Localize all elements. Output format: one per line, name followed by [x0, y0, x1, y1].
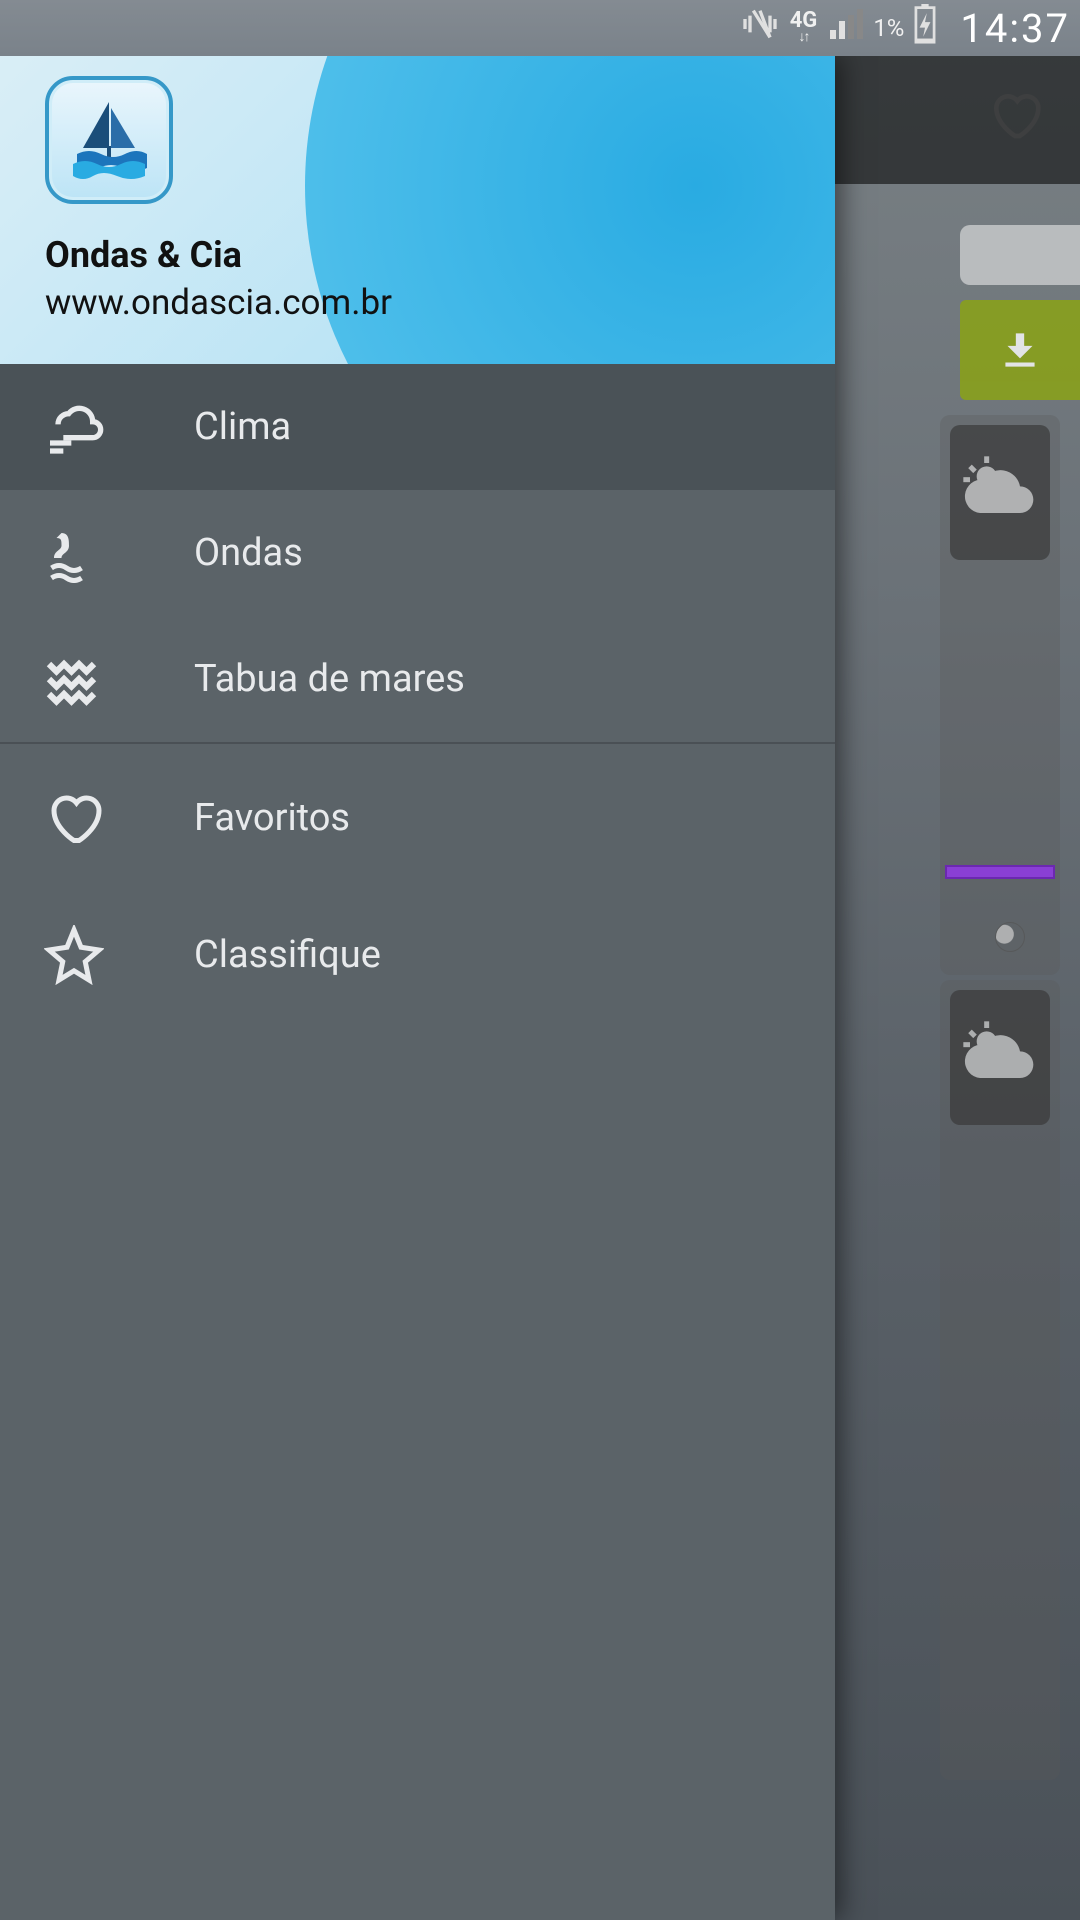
data-arrows-icon: ↓↑ — [799, 30, 809, 44]
app-logo-icon — [45, 76, 173, 204]
favorite-button[interactable] — [980, 80, 1050, 150]
battery-percent: 1% — [873, 14, 904, 42]
cloud-wind-icon — [40, 393, 108, 461]
moon-phase-icon — [995, 922, 1025, 952]
vibrate-icon — [740, 4, 780, 53]
star-icon — [40, 921, 108, 989]
menu-item-clima[interactable]: Clima — [0, 364, 835, 490]
network-type: 4G — [790, 12, 818, 30]
search-pill — [960, 225, 1080, 285]
menu-item-favoritos[interactable]: Favoritos — [0, 744, 835, 892]
status-clock: 14:37 — [960, 5, 1070, 52]
app-name: Ondas & Cia — [45, 234, 790, 276]
menu-item-classifique[interactable]: Classifique — [0, 892, 835, 1018]
weather-tile-1 — [950, 425, 1050, 560]
navigation-drawer: Ondas & Cia www.ondascia.com.br Clima On… — [0, 56, 835, 1920]
menu-item-tabua[interactable]: Tabua de mares — [0, 616, 835, 742]
menu-label: Clima — [194, 405, 291, 449]
status-bar: 4G ↓↑ 1% 14:37 — [0, 0, 1080, 56]
app-url: www.ondascia.com.br — [45, 282, 790, 323]
heart-icon — [40, 784, 108, 852]
forecast-bar — [945, 865, 1055, 879]
tide-icon — [40, 645, 108, 713]
drawer-header: Ondas & Cia www.ondascia.com.br — [0, 56, 835, 364]
signal-icon — [827, 6, 863, 51]
battery-charging-icon — [914, 4, 936, 53]
menu-label: Ondas — [194, 531, 303, 575]
wave-icon — [40, 519, 108, 587]
drawer-menu: Clima Ondas Tabua de mares Favoritos — [0, 364, 835, 1018]
menu-label: Favoritos — [194, 796, 350, 840]
download-button[interactable] — [960, 300, 1080, 400]
weather-tile-2 — [950, 990, 1050, 1125]
menu-label: Tabua de mares — [194, 657, 465, 701]
menu-label: Classifique — [194, 933, 381, 977]
menu-item-ondas[interactable]: Ondas — [0, 490, 835, 616]
